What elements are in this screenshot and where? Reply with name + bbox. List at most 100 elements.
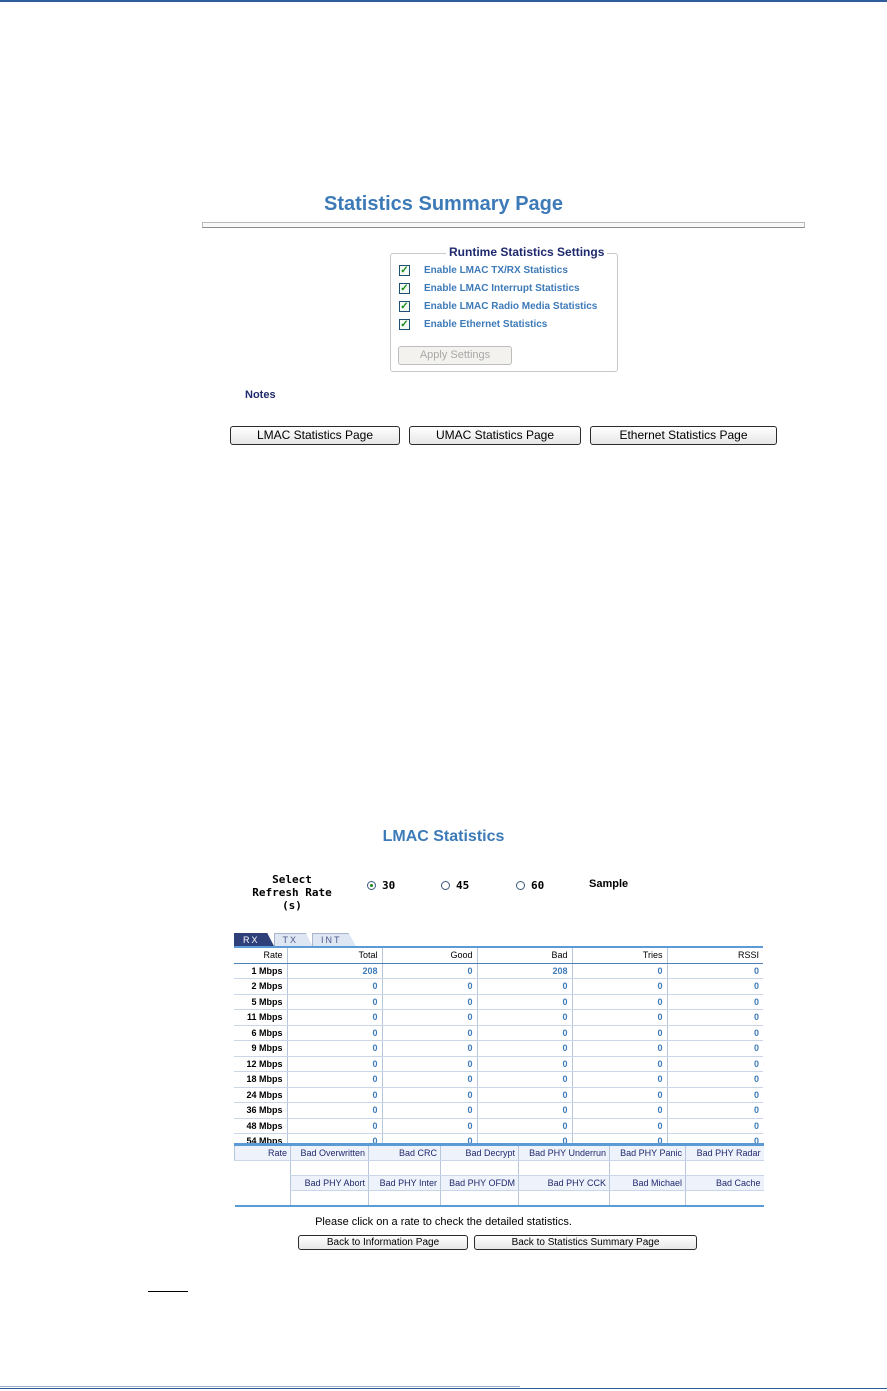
rx-rate-cell[interactable]: 48 Mbps xyxy=(234,1118,287,1134)
tab-rx[interactable]: RX xyxy=(234,933,275,947)
rx-rate-cell[interactable]: 5 Mbps xyxy=(234,994,287,1010)
rx-rate-row[interactable]: 5 Mbps 0 0 0 0 0 xyxy=(234,994,763,1010)
error-value-cell xyxy=(440,1160,519,1176)
rx-value-cell: 0 xyxy=(476,994,572,1010)
error-value-cell xyxy=(290,1160,369,1176)
rx-value-cell: 0 xyxy=(571,978,667,995)
error-header-cell: Bad Overwritten xyxy=(290,1144,369,1161)
rx-value-cell: 0 xyxy=(666,978,763,995)
back-to-information-button[interactable]: Back to Information Page xyxy=(298,1235,468,1250)
error-value-row xyxy=(234,1160,764,1206)
rx-value-cell: 0 xyxy=(476,1056,572,1072)
rx-value-cell: 0 xyxy=(381,994,477,1010)
rx-rate-cell[interactable]: 9 Mbps xyxy=(234,1040,287,1057)
rx-value-cell: 0 xyxy=(381,1102,477,1119)
rx-rate-row[interactable]: 12 Mbps 0 0 0 0 0 xyxy=(234,1056,763,1072)
refresh-option-45[interactable]: 45 xyxy=(441,879,469,892)
rx-value-cell: 0 xyxy=(286,1087,382,1103)
lmac-statistics-page-button[interactable]: LMAC Statistics Page xyxy=(230,426,400,445)
summary-page-title: Statistics Summary Page xyxy=(324,193,563,215)
rx-rate-cell[interactable]: 24 Mbps xyxy=(234,1087,287,1103)
rx-value-cell: 208 xyxy=(286,963,382,979)
rx-rate-row[interactable]: 6 Mbps 0 0 0 0 0 xyxy=(234,1025,763,1041)
rx-value-cell: 0 xyxy=(571,1056,667,1072)
rx-value-cell: 0 xyxy=(476,978,572,995)
refresh-option-60[interactable]: 60 xyxy=(516,879,544,892)
rx-value-cell: 0 xyxy=(286,994,382,1010)
rx-value-cell: 0 xyxy=(381,1118,477,1134)
error-header-cell: Bad PHY CCK xyxy=(518,1175,610,1191)
checkbox-checked-icon[interactable]: ✓ xyxy=(399,318,410,330)
rx-value-cell: 0 xyxy=(571,1009,667,1026)
error-rate-header: Rate xyxy=(234,1144,291,1161)
rx-value-cell: 0 xyxy=(666,1056,763,1072)
rx-rate-row[interactable]: 18 Mbps 0 0 0 0 0 xyxy=(234,1071,763,1088)
umac-statistics-page-button[interactable]: UMAC Statistics Page xyxy=(409,426,581,445)
tab-tx[interactable]: TX xyxy=(273,933,314,947)
checkbox-checked-icon[interactable]: ✓ xyxy=(399,300,410,312)
lmac-statistics-title: LMAC Statistics xyxy=(382,828,505,845)
ethernet-statistics-page-button[interactable]: Ethernet Statistics Page xyxy=(590,426,777,445)
rx-value-cell: 0 xyxy=(666,1009,763,1026)
rx-value-cell: 0 xyxy=(666,1040,763,1057)
option-lmac-interrupt[interactable]: ✓ Enable LMAC Interrupt Statistics xyxy=(399,281,580,295)
rx-rate-row[interactable]: 1 Mbps 208 0 208 0 0 xyxy=(234,963,763,979)
rx-value-cell: 0 xyxy=(286,1056,382,1072)
notes-label: Notes xyxy=(245,389,276,401)
rx-rate-cell[interactable]: 11 Mbps xyxy=(234,1009,287,1026)
error-header-cell: Bad PHY Inter xyxy=(368,1175,441,1191)
rate-click-hint: Please click on a rate to check the deta… xyxy=(315,1216,572,1228)
error-value-cell xyxy=(685,1190,764,1207)
rx-column-header: Good xyxy=(381,947,477,964)
checkbox-checked-icon[interactable]: ✓ xyxy=(399,282,410,294)
back-to-summary-button[interactable]: Back to Statistics Summary Page xyxy=(474,1235,697,1250)
error-rate-cell xyxy=(234,1160,291,1206)
rx-value-cell: 0 xyxy=(571,1102,667,1119)
error-header-cell: Bad PHY OFDM xyxy=(440,1175,519,1191)
rx-value-cell: 0 xyxy=(381,1071,477,1088)
rx-rate-cell[interactable]: 18 Mbps xyxy=(234,1071,287,1088)
rx-rate-row[interactable]: 2 Mbps 0 0 0 0 0 xyxy=(234,978,763,995)
error-header-cell: Bad PHY Underrun xyxy=(518,1144,610,1161)
radio-selected-icon[interactable] xyxy=(367,881,376,890)
rx-column-header: Rate xyxy=(234,947,287,964)
option-lmac-radio-media[interactable]: ✓ Enable LMAC Radio Media Statistics xyxy=(399,299,597,313)
rx-value-cell: 0 xyxy=(286,1040,382,1057)
rx-rate-cell[interactable]: 1 Mbps xyxy=(234,963,287,979)
rx-rate-row[interactable]: 9 Mbps 0 0 0 0 0 xyxy=(234,1040,763,1057)
error-value-cell xyxy=(518,1160,610,1176)
radio-icon[interactable] xyxy=(441,881,450,890)
rx-value-cell: 0 xyxy=(381,963,477,979)
rx-value-cell: 0 xyxy=(571,1118,667,1134)
rx-value-cell: 0 xyxy=(476,1040,572,1057)
apply-settings-button[interactable]: Apply Settings xyxy=(398,346,512,365)
rx-value-cell: 0 xyxy=(286,1025,382,1041)
rx-rate-cell[interactable]: 36 Mbps xyxy=(234,1102,287,1119)
radio-icon[interactable] xyxy=(516,881,525,890)
rx-rate-row[interactable]: 11 Mbps 0 0 0 0 0 xyxy=(234,1009,763,1026)
rx-value-cell: 0 xyxy=(476,1025,572,1041)
rx-value-cell: 0 xyxy=(286,1009,382,1026)
rx-value-cell: 0 xyxy=(381,1087,477,1103)
error-value-row xyxy=(235,1190,764,1207)
rx-rate-row[interactable]: 48 Mbps 0 0 0 0 0 xyxy=(234,1118,763,1134)
rx-rate-row[interactable]: 24 Mbps 0 0 0 0 0 xyxy=(234,1087,763,1103)
error-header-row: Bad PHY Abort Bad PHY Inter Bad PHY OFDM… xyxy=(235,1175,764,1191)
tab-int[interactable]: INT xyxy=(312,933,357,947)
rx-rate-cell[interactable]: 2 Mbps xyxy=(234,978,287,995)
rx-rate-cell[interactable]: 6 Mbps xyxy=(234,1025,287,1041)
option-lmac-txrx[interactable]: ✓ Enable LMAC TX/RX Statistics xyxy=(399,263,568,277)
rx-rate-cell[interactable]: 12 Mbps xyxy=(234,1056,287,1072)
rx-value-cell: 0 xyxy=(286,1102,382,1119)
checkbox-checked-icon[interactable]: ✓ xyxy=(399,264,410,276)
rx-value-cell: 0 xyxy=(571,1071,667,1088)
rx-value-cell: 0 xyxy=(286,978,382,995)
option-label: Enable LMAC Interrupt Statistics xyxy=(424,282,580,294)
refresh-option-30[interactable]: 30 xyxy=(367,879,395,892)
option-label: Enable LMAC Radio Media Statistics xyxy=(424,300,598,312)
option-ethernet[interactable]: ✓ Enable Ethernet Statistics xyxy=(399,317,547,331)
rx-value-cell: 208 xyxy=(476,963,572,979)
runtime-settings-legend: Runtime Statistics Settings xyxy=(446,245,608,259)
rx-value-cell: 0 xyxy=(666,1118,763,1134)
rx-rate-row[interactable]: 36 Mbps 0 0 0 0 0 xyxy=(234,1102,763,1119)
